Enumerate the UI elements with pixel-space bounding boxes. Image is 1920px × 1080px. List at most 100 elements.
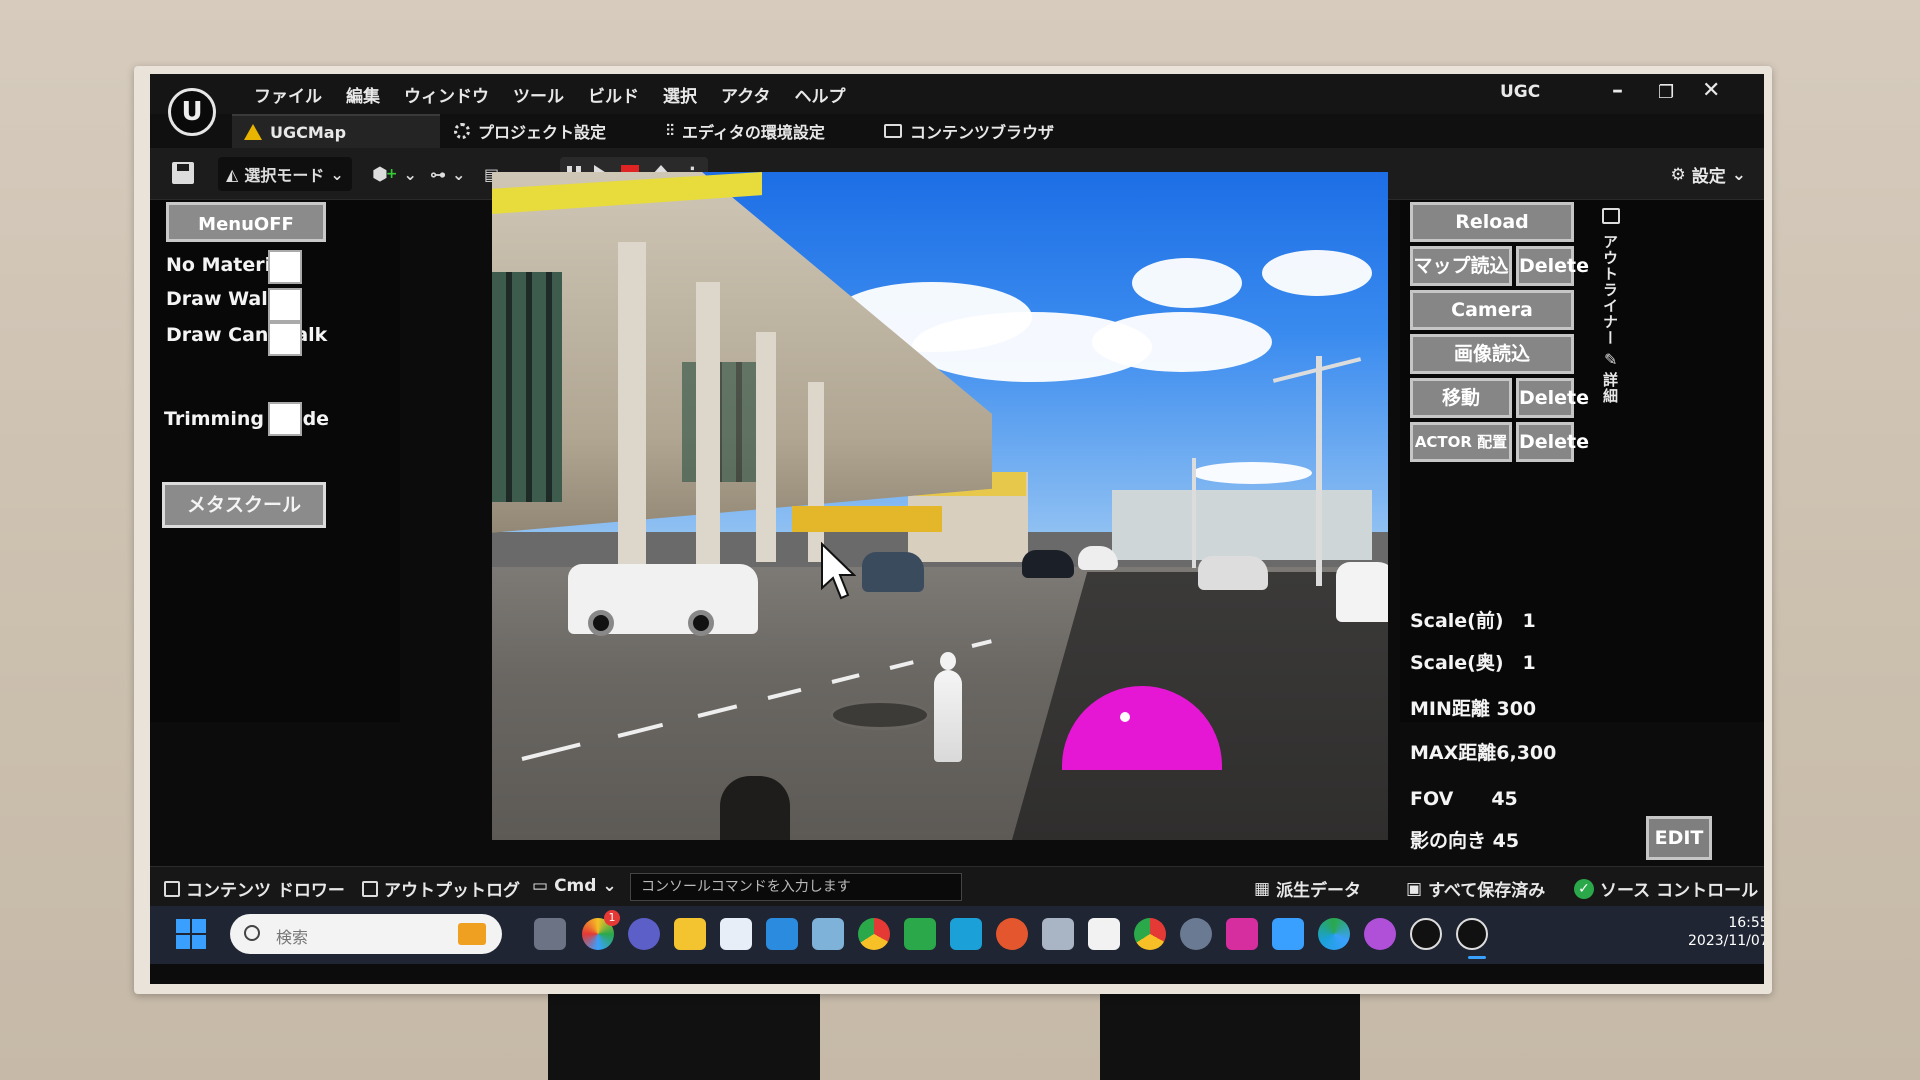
unreal-logo-icon[interactable]: U <box>168 88 216 136</box>
warning-icon <box>244 124 262 140</box>
blueprint-dropdown[interactable]: ⊶ ⌄ <box>422 157 473 191</box>
actor-place-button[interactable]: ACTOR 配置 <box>1410 422 1512 462</box>
file-explorer-icon[interactable] <box>674 918 706 950</box>
edit-button[interactable]: EDIT <box>1646 816 1712 860</box>
save-icon[interactable] <box>172 162 194 184</box>
content-drawer-button[interactable]: コンテンツ ドロワー <box>164 876 345 901</box>
outliner-tab[interactable]: アウトライナー <box>1600 234 1621 346</box>
trimming-mode-checkbox[interactable] <box>268 402 302 436</box>
task-view-icon[interactable] <box>534 918 566 950</box>
select-mode-dropdown[interactable]: ◭ 選択モード ⌄ <box>218 157 352 191</box>
draw-wall-checkbox[interactable] <box>268 288 302 322</box>
source-control-button[interactable]: ✓ ソース コントロール <box>1574 876 1758 901</box>
taskbar-search[interactable]: 検索 <box>230 914 502 954</box>
unreal-engine-active-icon[interactable] <box>1456 918 1488 950</box>
content-drawer-label: コンテンツ ドロワー <box>186 881 345 901</box>
cmd-dropdown[interactable]: ▭ Cmd ⌄ <box>532 876 617 896</box>
tab-editor-preferences[interactable]: ⫶⫶ エディタの環境設定 <box>654 114 837 148</box>
chrome-profile-icon[interactable] <box>1134 918 1166 950</box>
map-load-button[interactable]: マップ読込 <box>1410 246 1512 286</box>
output-log-icon <box>362 880 378 897</box>
no-material-checkbox[interactable] <box>268 250 302 284</box>
all-saved-button[interactable]: ▣ すべて保存済み <box>1406 876 1545 902</box>
close-icon[interactable]: ✕ <box>1702 78 1720 103</box>
windows-start-icon[interactable] <box>176 919 206 949</box>
derived-data-button[interactable]: ▦ 派生データ <box>1254 876 1361 902</box>
delete-map-button[interactable]: Delete <box>1516 246 1589 286</box>
white-car-edge <box>1336 562 1388 622</box>
minimize-icon[interactable]: – <box>1612 78 1623 103</box>
right-panel: Reload マップ読込 Delete Camera 画像読込 移動POINT … <box>1400 200 1764 722</box>
mail-icon[interactable] <box>766 918 798 950</box>
project-name: UGC <box>1500 82 1541 102</box>
white-car-right <box>1198 556 1268 590</box>
delete-move-point-button[interactable]: Delete <box>1516 378 1589 418</box>
level-viewport[interactable] <box>492 172 1388 840</box>
max-distance-label: MAX距離6,300 <box>1410 742 1557 764</box>
app-purple-icon[interactable] <box>1226 918 1258 950</box>
menu-help[interactable]: ヘルプ <box>782 82 857 107</box>
output-log-button[interactable]: アウトプットログ <box>362 876 520 901</box>
tab-editor-preferences-label: エディタの環境設定 <box>682 123 825 142</box>
menu-build[interactable]: ビルド <box>576 82 651 107</box>
draw-can-walk-checkbox[interactable] <box>268 322 302 356</box>
taskbar-clock[interactable]: 16:55 2023/11/07 <box>1688 914 1764 950</box>
media-player-icon[interactable] <box>1364 918 1396 950</box>
chevron-down-icon: ⌄ <box>602 876 617 896</box>
edge-icon[interactable] <box>1318 918 1350 950</box>
menu-tools[interactable]: ツール <box>501 82 576 107</box>
left-panel: MenuOFF No Material Draw Wall Draw Can W… <box>150 200 400 722</box>
unreal-engine-icon[interactable] <box>1410 918 1442 950</box>
console-command-input[interactable]: コンソールコマンドを入力します <box>630 873 962 901</box>
white-mannequin <box>934 652 962 762</box>
tab-project-settings[interactable]: プロジェクト設定 <box>442 114 618 148</box>
cloud <box>1192 462 1312 484</box>
image-load-button[interactable]: 画像読込 <box>1410 334 1574 374</box>
manhole-cover <box>830 700 930 730</box>
reload-button[interactable]: Reload <box>1410 202 1574 242</box>
menu-file[interactable]: ファイル <box>242 82 334 107</box>
document-icon[interactable] <box>1272 918 1304 950</box>
search-placeholder: 検索 <box>276 928 309 947</box>
streetlight-pole <box>1192 458 1196 568</box>
app-cube-icon[interactable] <box>950 918 982 950</box>
menu-items: ファイル 編集 ウィンドウ ツール ビルド 選択 アクタ ヘルプ <box>242 82 857 107</box>
tab-project-settings-label: プロジェクト設定 <box>478 123 607 142</box>
tab-content-browser-label: コンテンツブラウザ <box>910 123 1055 142</box>
photos-icon[interactable] <box>812 918 844 950</box>
settings-gear-icon[interactable] <box>1180 918 1212 950</box>
tab-ugcmap[interactable]: UGCMap <box>232 114 440 148</box>
details-tab[interactable]: 詳細 <box>1600 372 1621 404</box>
menuoff-button[interactable]: MenuOFF <box>166 202 326 242</box>
car-wheel <box>688 610 714 636</box>
metaschool-button[interactable]: メタスクール <box>162 482 326 528</box>
tab-content-browser[interactable]: コンテンツブラウザ <box>872 114 1066 148</box>
draw-wall-label: Draw Wall <box>166 288 275 310</box>
pillar <box>808 382 824 562</box>
powerpoint-icon[interactable] <box>996 918 1028 950</box>
menu-edit[interactable]: 編集 <box>334 82 392 107</box>
chrome-icon[interactable] <box>858 918 890 950</box>
dark-suv <box>862 552 924 592</box>
notepad-icon[interactable] <box>1088 918 1120 950</box>
camera-icon[interactable] <box>1042 918 1074 950</box>
menu-bar: ファイル 編集 ウィンドウ ツール ビルド 選択 アクタ ヘルプ UGC – ❐… <box>150 74 1764 114</box>
add-actor-dropdown[interactable]: ⬢ + ⌄ <box>364 157 425 191</box>
car-wheel <box>588 610 614 636</box>
restore-icon[interactable]: ❐ <box>1658 82 1674 103</box>
teams-icon[interactable] <box>628 918 660 950</box>
camera-button[interactable]: Camera <box>1410 290 1574 330</box>
min-distance-label: MIN距離 300 <box>1410 698 1537 720</box>
menu-select[interactable]: 選択 <box>651 82 709 107</box>
store-icon[interactable] <box>720 918 752 950</box>
xbox-icon[interactable] <box>904 918 936 950</box>
settings-dropdown[interactable]: ⚙ 設定 ⌄ <box>1671 162 1747 188</box>
delete-actor-button[interactable]: Delete <box>1516 422 1589 462</box>
menu-window[interactable]: ウィンドウ <box>392 82 501 107</box>
streetlight-pole <box>1316 356 1322 586</box>
yellow-canopy <box>792 506 942 532</box>
station-windows <box>682 362 762 482</box>
move-point-button[interactable]: 移動POINT <box>1410 378 1512 443</box>
menu-actor[interactable]: アクタ <box>709 82 782 107</box>
dome-center-dot <box>1120 712 1130 722</box>
